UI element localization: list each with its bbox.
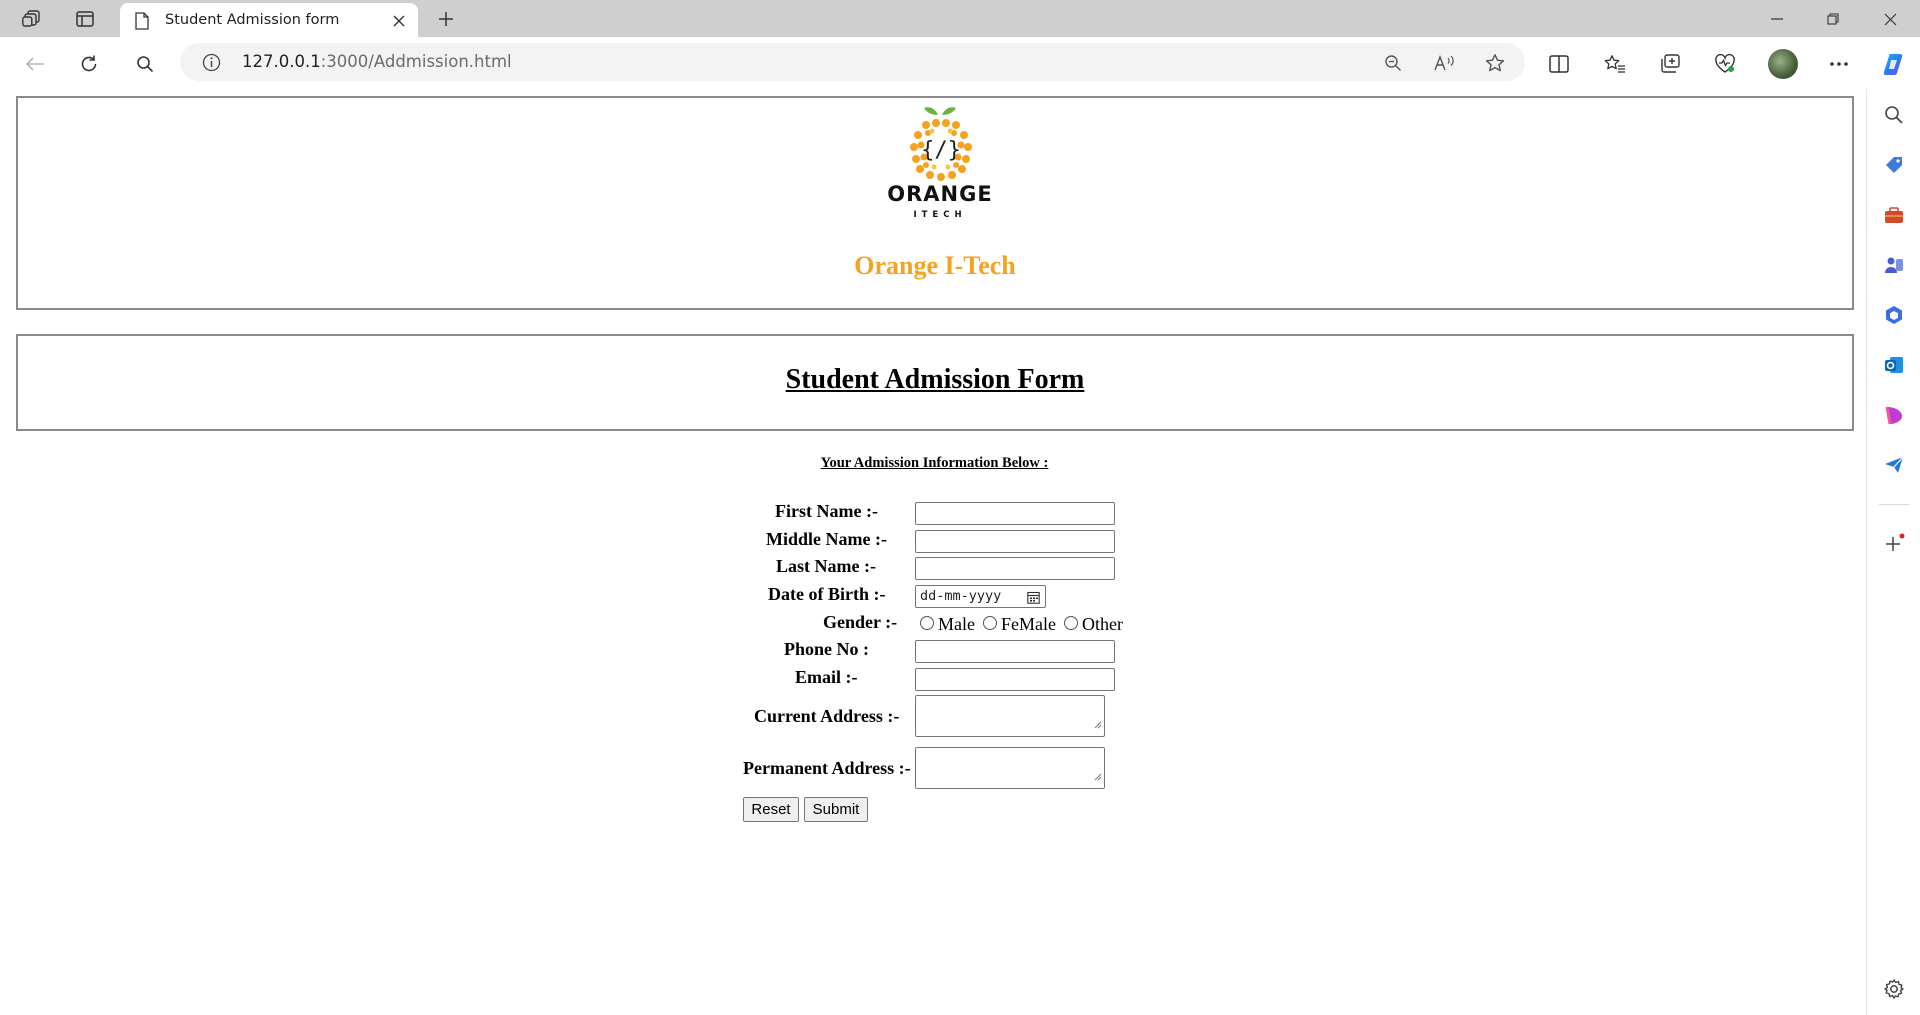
middle-name-input[interactable] <box>915 530 1115 553</box>
phone-label: Phone No : <box>784 639 869 659</box>
gender-option-male: Male <box>938 613 975 634</box>
tab-active[interactable]: Student Admission form <box>120 3 418 38</box>
more-options-icon[interactable] <box>1824 49 1854 79</box>
favorite-star-icon[interactable] <box>1483 51 1507 75</box>
vertical-tabs-icon[interactable] <box>71 6 99 32</box>
back-icon[interactable] <box>20 49 50 79</box>
gender-radio-female[interactable] <box>982 616 997 630</box>
title-section: Student Admission Form <box>16 334 1854 431</box>
site-info-icon[interactable] <box>202 53 221 77</box>
submit-button[interactable]: Submit <box>804 797 868 822</box>
designer-icon[interactable] <box>1882 403 1906 427</box>
tools-briefcase-icon[interactable] <box>1882 203 1906 227</box>
read-aloud-icon[interactable] <box>1432 51 1456 75</box>
resize-grip-icon[interactable] <box>1094 768 1102 786</box>
first-name-label: First Name :- <box>775 501 878 521</box>
page-icon <box>134 12 150 35</box>
favorites-icon[interactable] <box>1600 49 1630 79</box>
copilot-icon[interactable] <box>1879 49 1909 79</box>
header-section: {/} ORANGE ITECH Orange I-Tech <box>16 96 1854 310</box>
microsoft-365-icon[interactable] <box>1882 303 1906 327</box>
tab-bar: Student Admission form <box>0 0 1920 38</box>
logo-subtext: ITECH <box>913 210 966 220</box>
email-label: Email :- <box>795 667 858 687</box>
new-tab-icon[interactable] <box>432 6 460 32</box>
email-input[interactable] <box>915 668 1115 691</box>
gender-label: Gender :- <box>823 612 898 632</box>
collections-icon[interactable] <box>1655 49 1685 79</box>
send-icon[interactable] <box>1882 453 1906 477</box>
close-window-icon[interactable] <box>1870 4 1910 34</box>
gender-options: Male FeMale Other <box>920 612 1131 636</box>
minimize-icon[interactable] <box>1757 4 1797 34</box>
browser-essentials-icon[interactable] <box>1710 49 1740 79</box>
browser-toolbar: 127.0.0.1:3000/Addmission.html <box>0 37 1920 89</box>
edge-sidebar <box>1866 89 1920 1015</box>
form-title: Student Admission Form <box>785 364 1085 395</box>
tab-title: Student Admission form <box>165 12 340 28</box>
dob-label: Date of Birth :- <box>768 584 886 604</box>
workspaces-icon[interactable] <box>18 6 46 32</box>
svg-text:{/}: {/} <box>921 138 961 163</box>
orange-itech-logo: {/} ORANGE ITECH <box>874 103 1006 221</box>
search-icon[interactable] <box>130 49 160 79</box>
sidebar-search-icon[interactable] <box>1882 103 1906 127</box>
games-icon[interactable] <box>1882 253 1906 277</box>
gender-option-other: Other <box>1081 613 1123 634</box>
zoom-out-icon[interactable] <box>1381 51 1405 75</box>
outlook-icon[interactable] <box>1882 353 1906 377</box>
first-name-input[interactable] <box>915 502 1115 525</box>
close-tab-icon[interactable] <box>388 10 410 32</box>
phone-input[interactable] <box>915 640 1115 663</box>
refresh-icon[interactable] <box>74 49 104 79</box>
url-path: :3000/Addmission.html <box>320 52 512 71</box>
dob-placeholder: dd-mm-yyyy <box>920 588 1002 604</box>
permanent-address-label: Permanent Address :- <box>743 758 911 778</box>
gender-radio-other[interactable] <box>1063 616 1078 630</box>
permanent-address-textarea[interactable] <box>915 747 1105 789</box>
restore-icon[interactable] <box>1813 4 1853 34</box>
gender-option-female: FeMale <box>1000 613 1056 634</box>
add-sidebar-app-icon[interactable] <box>1882 532 1906 556</box>
split-screen-icon[interactable] <box>1544 49 1574 79</box>
url-text[interactable]: 127.0.0.1:3000/Addmission.html <box>242 52 512 71</box>
page-viewport: {/} ORANGE ITECH Orange I-Tech Student A… <box>4 89 1865 1015</box>
current-address-label: Current Address :- <box>754 706 900 726</box>
brand-name: Orange I-Tech <box>854 251 1016 280</box>
dob-input[interactable]: dd-mm-yyyy <box>915 585 1046 608</box>
sidebar-divider <box>1879 504 1909 505</box>
profile-avatar[interactable] <box>1768 49 1798 79</box>
gender-radio-male[interactable] <box>920 616 934 630</box>
logo-wordmark: ORANGE <box>887 182 992 206</box>
shopping-tag-icon[interactable] <box>1882 153 1906 177</box>
last-name-input[interactable] <box>915 557 1115 580</box>
last-name-label: Last Name :- <box>776 556 876 576</box>
middle-name-label: Middle Name :- <box>766 529 887 549</box>
settings-gear-icon[interactable] <box>1882 977 1906 1001</box>
reset-button[interactable]: Reset <box>743 797 799 822</box>
calendar-icon[interactable] <box>1027 590 1040 611</box>
resize-grip-icon[interactable] <box>1094 716 1102 734</box>
form-subtitle: Your Admission Information Below : <box>820 455 1049 471</box>
current-address-textarea[interactable] <box>915 695 1105 737</box>
address-bar[interactable]: 127.0.0.1:3000/Addmission.html <box>180 43 1525 81</box>
url-host: 127.0.0.1 <box>242 52 321 71</box>
